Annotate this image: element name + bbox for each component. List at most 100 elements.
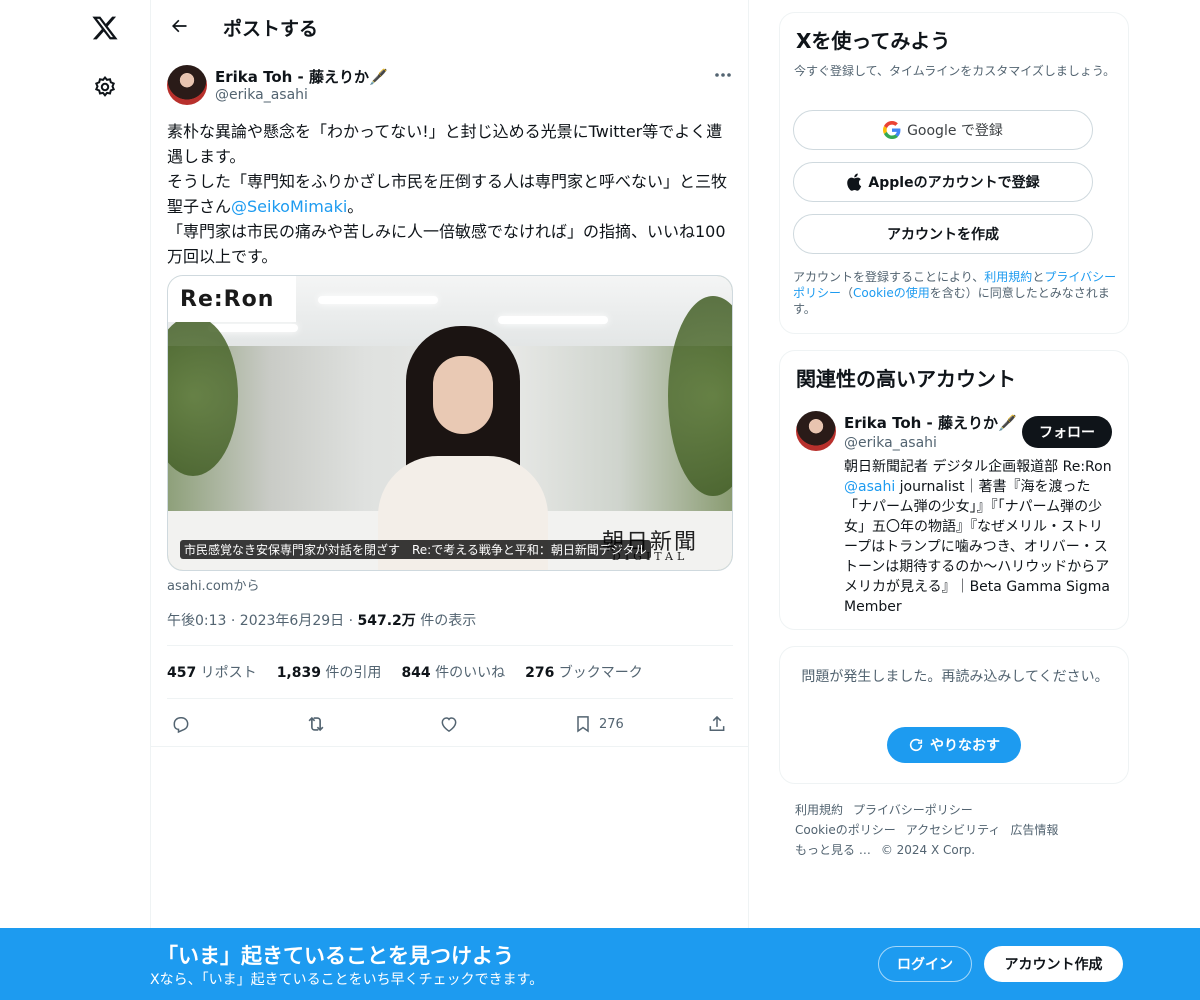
share-icon[interactable] [707,710,727,738]
google-signup-label: Google で登録 [907,123,1003,139]
view-count: 547.2万 [357,613,416,629]
post-text-line: 素朴な異論や懸念を「わかってない!」と封じ込める光景にTwitter等でよく遭遇… [167,122,723,166]
author-name[interactable]: Erika Toh - 藤えりか🖋️ [215,66,388,87]
stat-reposts[interactable]: 457 リポスト [167,662,257,682]
footer-row: 利用規約 プライバシーポリシー [795,800,1125,820]
google-signup-button[interactable]: Google で登録 [793,110,1093,150]
post-text-segment: 。 [347,197,364,216]
stat-label: ブックマーク [554,665,643,681]
footer-links: 利用規約 プライバシーポリシー Cookieのポリシー アクセシビリティ 広告情報 も… [795,800,1125,860]
footer-link[interactable]: Cookieのポリシー [795,823,896,837]
account-bio: 朝日新聞記者 デジタル企画報道部 Re:Ron @asahi journalis… [844,457,1114,617]
card-logo: Re:Ron [168,276,296,322]
terms-segment: と [1032,270,1045,284]
post-actions: 276 [167,704,733,742]
apple-signup-button[interactable]: Appleのアカウントで登録 [793,162,1093,202]
link-card[interactable]: Re:Ron 朝日新聞 DIGITAL 市民感覚なき安保専門家が対話を閉ざす R… [167,275,733,571]
stat-quotes[interactable]: 1,839 件の引用 [277,662,382,682]
error-message: 問題が発生しました。再読み込みしてください。 [801,669,1109,685]
bottom-banner: 「いま」起きていることを見つけよう Xなら、「いま」起きていることをいち早くチェ… [0,928,1200,1000]
relevant-accounts-title: 関連性の高いアカウント [796,367,1016,391]
signup-button[interactable]: アカウント作成 [984,946,1123,982]
relevant-accounts-panel: 関連性の高いアカウント Erika Toh - 藤えりか🖋️ @erika_as… [779,350,1129,630]
arrow-left-icon[interactable] [161,8,197,44]
person-face [433,356,493,434]
post-stats: 457 リポスト 1,839 件の引用 844 件のいいね 276 ブックマーク [167,645,733,699]
follow-button[interactable]: フォロー [1022,416,1112,448]
stat-value: 276 [525,665,555,681]
avatar[interactable] [796,411,836,451]
signup-panel: Xを使ってみよう 今すぐ登録して、タイムラインをカスタマイズしましょう。 Goo… [779,12,1129,334]
left-nav [0,0,150,1000]
more-options-icon[interactable] [707,63,739,87]
create-account-label: アカウントを作成 [887,227,999,243]
login-button[interactable]: ログイン [878,946,972,982]
repost-icon[interactable] [305,710,327,738]
reply-icon[interactable] [171,710,191,738]
banner-title: 「いま」起きていることを見つけよう [157,944,514,968]
retry-label: やりなおす [930,738,1000,754]
banner-subtitle: Xなら、「いま」起きていることをいち早くチェックできます。 [150,972,544,988]
view-label: 件の表示 [415,613,477,629]
avatar[interactable] [167,65,207,105]
card-caption: 市民感覚なき安保専門家が対話を閉ざす Re:で考える戦争と平和：朝日新聞デジタル [180,540,651,559]
google-icon [883,121,901,139]
post-timestamp[interactable]: 午後0:13 · 2023年6月29日 · [167,613,358,629]
stat-value: 1,839 [276,665,321,681]
terms-segment: アカウントを登録することにより、 [793,270,985,284]
author-handle[interactable]: @erika_asahi [215,87,308,103]
footer-link[interactable]: もっと見る … [795,843,871,857]
bio-segment: journalist｜著書『海を渡った「ナパーム弾の少女」』『「ナパーム弾の少女… [844,479,1110,615]
mention-link[interactable]: @asahi [844,479,895,495]
stat-value: 457 [167,665,197,681]
ceiling-light [208,324,298,332]
stat-likes[interactable]: 844 件のいいね [401,662,505,682]
signup-title: Xを使ってみよう [796,29,951,53]
x-logo-icon[interactable] [83,6,127,50]
stat-label: 件のいいね [430,665,506,681]
refresh-icon [909,738,923,752]
post-text-line: 「専門家は市民の痛みや苦しみに人一倍敏感でなければ」の指摘、いいね100万回以上… [167,222,726,266]
ceiling-light [318,296,438,304]
page-title: ポストする [223,18,319,40]
footer-row: もっと見る … © 2024 X Corp. [795,840,1125,860]
account-handle[interactable]: @erika_asahi [844,435,937,451]
post-meta: 午後0:13 · 2023年6月29日 · 547.2万 件の表示 [167,610,476,630]
apple-signup-label: Appleのアカウントで登録 [868,175,1040,191]
post: Erika Toh - 藤えりか🖋️ @erika_asahi 素朴な異論や懸念… [151,53,748,747]
signup-subtitle: 今すぐ登録して、タイムラインをカスタマイズしましょう。 [794,64,1116,78]
person-photo [378,326,548,570]
stat-value: 844 [401,665,431,681]
stat-bookmarks[interactable]: 276 ブックマーク [525,662,643,682]
post-text-line: そうした「専門知をふりかざし市民を圧倒する人は専門家と呼べない」と三牧聖子さん@… [167,169,733,219]
mention-link[interactable]: @SeikoMimaki [231,197,347,216]
footer-row: Cookieのポリシー アクセシビリティ 広告情報 [795,820,1125,840]
card-source[interactable]: asahi.comから [167,575,259,594]
gear-icon[interactable] [83,65,127,109]
bookmark-icon [577,716,589,733]
main-header: ポストする [151,0,748,53]
ceiling-light [498,316,608,324]
create-account-button[interactable]: アカウントを作成 [793,214,1093,254]
terms-of-service-link[interactable]: 利用規約 [984,270,1032,284]
error-panel: 問題が発生しました。再読み込みしてください。 やりなおす [779,646,1129,784]
main-column: ポストする Erika Toh - 藤えりか🖋️ @erika_asahi 素朴… [150,0,749,1000]
copyright: © 2024 X Corp. [880,843,976,857]
apple-icon [847,173,862,191]
like-icon[interactable] [439,710,459,738]
post-text: 素朴な異論や懸念を「わかってない!」と封じ込める光景にTwitter等でよく遭遇… [167,119,733,269]
terms-segment: （ [841,286,854,300]
footer-link[interactable]: アクセシビリティ [906,823,1001,837]
stat-label: 件の引用 [320,665,382,681]
footer-link[interactable]: 利用規約 [795,803,843,817]
bookmark-button[interactable]: 276 [573,710,624,738]
footer-link[interactable]: 広告情報 [1010,823,1058,837]
cookie-use-link[interactable]: Cookieの使用 [853,286,930,300]
bio-segment: 朝日新聞記者 デジタル企画報道部 Re:Ron [844,459,1112,475]
footer-link[interactable]: プライバシーポリシー [853,803,973,817]
stat-label: リポスト [196,665,257,681]
bookmark-count: 276 [599,716,624,732]
retry-button[interactable]: やりなおす [887,727,1021,763]
account-name[interactable]: Erika Toh - 藤えりか🖋️ [844,412,1017,433]
terms-text: アカウントを登録することにより、利用規約とプライバシーポリシー（Cookieの使… [793,269,1123,317]
